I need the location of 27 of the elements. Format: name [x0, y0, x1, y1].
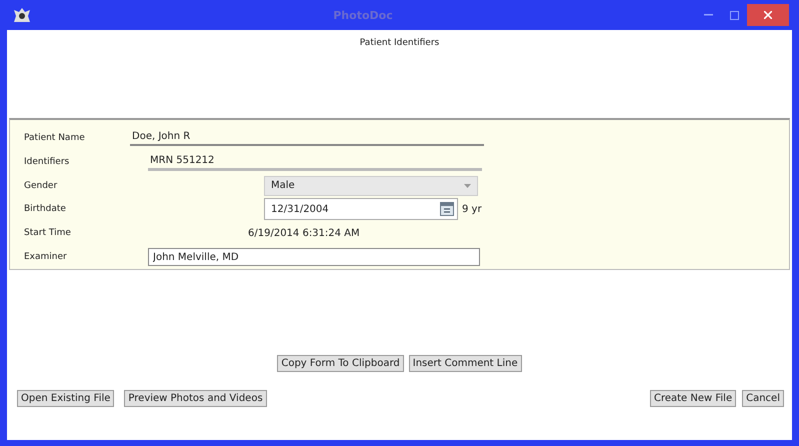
maximize-icon [730, 10, 738, 20]
dropdown[interactable]: Male [264, 176, 478, 196]
text-field[interactable]: Doe, John R [130, 129, 484, 146]
field-label: Birthdate [24, 204, 67, 214]
field-label: Identifiers [24, 156, 70, 167]
close-button[interactable] [747, 4, 789, 26]
minimize-icon [704, 14, 712, 16]
app-icon [13, 7, 31, 23]
field-label: Patient Name [24, 132, 86, 143]
close-icon [764, 11, 772, 19]
action-button[interactable]: Open Existing File [17, 390, 114, 407]
action-button[interactable]: Cancel [742, 390, 784, 407]
section-header: Patient Identifiers [358, 38, 440, 48]
action-button[interactable]: Copy Form To Clipboard [277, 355, 404, 372]
caret-icon [464, 184, 471, 188]
field-value: 6/19/2014 6:31:24 AM [248, 228, 360, 239]
field-label: Gender [24, 180, 58, 191]
window-title: PhotoDoc [332, 8, 394, 22]
field-label: Examiner [24, 252, 68, 262]
date-field[interactable]: 12/31/2004 [264, 198, 458, 220]
action-button[interactable]: Insert Comment Line [408, 355, 522, 372]
action-button[interactable]: Preview Photos and Videos [124, 390, 267, 407]
field-label: Start Time [24, 228, 72, 238]
text-field[interactable]: MRN 551212 [148, 152, 482, 171]
action-button[interactable]: Create New File [650, 390, 736, 407]
age-text: 9 yr [462, 204, 482, 215]
calendar-icon[interactable] [440, 202, 454, 216]
